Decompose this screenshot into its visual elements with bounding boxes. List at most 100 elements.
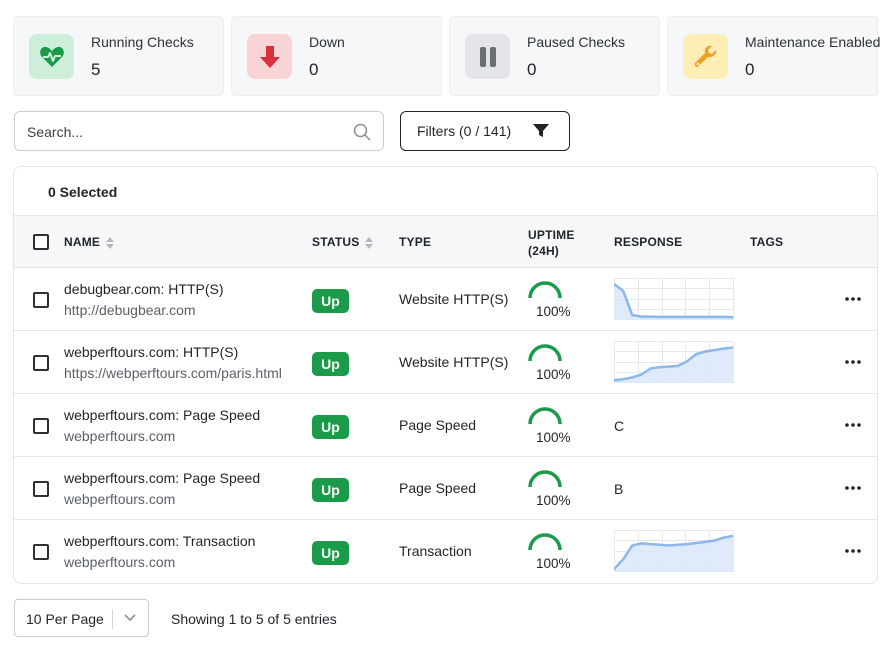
per-page-select[interactable]: 10 Per Page	[14, 599, 149, 637]
more-options-dot	[845, 360, 849, 364]
uptime-gauge-arc	[528, 281, 562, 299]
selection-bar: 0 Selected	[14, 167, 877, 215]
column-header-status[interactable]: STATUS	[312, 235, 374, 250]
more-options-icon[interactable]	[844, 290, 862, 308]
check-name[interactable]: debugbear.com: HTTP(S)	[64, 281, 224, 297]
wrench-icon	[683, 34, 728, 79]
more-options-icon[interactable]	[844, 353, 862, 371]
filters-button[interactable]: Filters (0 / 141)	[400, 111, 570, 151]
check-name[interactable]: webperftours.com: HTTP(S)	[64, 344, 238, 360]
table-row[interactable]: webperftours.com: HTTP(S) https://webperf…	[14, 331, 877, 394]
stat-card-down[interactable]: Down 0	[231, 16, 442, 96]
more-options-icon[interactable]	[844, 479, 862, 497]
row-checkbox[interactable]	[33, 418, 49, 434]
more-options-dot	[851, 360, 855, 364]
table-row[interactable]: webperftours.com: Page Speed webperftours…	[14, 457, 877, 520]
uptime-value: 100%	[536, 556, 571, 571]
uptime-gauge-arc	[528, 470, 562, 488]
more-options-dot	[845, 297, 849, 301]
heart-pulse-icon	[29, 34, 74, 79]
select-all-checkbox[interactable]	[33, 234, 49, 250]
filter-icon	[533, 124, 549, 137]
uptime-value: 100%	[536, 493, 571, 508]
check-url: https://webperftours.com/paris.html	[64, 365, 282, 381]
row-checkbox[interactable]	[33, 355, 49, 371]
stat-value: 5	[91, 60, 101, 79]
response-sparkline	[614, 278, 734, 320]
selected-count: 0 Selected	[48, 184, 118, 200]
more-options-dot	[857, 486, 861, 490]
row-checkbox[interactable]	[33, 292, 49, 308]
more-options-dot	[845, 549, 849, 553]
status-badge: Up	[312, 352, 349, 376]
uptime-gauge-arc	[528, 407, 562, 425]
check-name[interactable]: webperftours.com: Page Speed	[64, 470, 260, 486]
check-name[interactable]: webperftours.com: Page Speed	[64, 407, 260, 423]
stat-card-running[interactable]: Running Checks 5	[13, 16, 224, 96]
table-row[interactable]: webperftours.com: Transaction webperftour…	[14, 520, 877, 583]
search-box	[14, 111, 384, 151]
check-url: webperftours.com	[64, 491, 176, 507]
more-options-dot	[857, 549, 861, 553]
stat-value: 0	[527, 60, 537, 79]
filters-label: Filters (0 / 141)	[417, 123, 512, 139]
more-options-dot	[845, 486, 849, 490]
response-grade: C	[614, 418, 625, 434]
check-type: Transaction	[399, 543, 472, 559]
uptime-gauge	[528, 281, 562, 299]
status-badge: Up	[312, 415, 349, 439]
chevron-down-icon[interactable]	[123, 613, 137, 623]
table-header: NAME STATUS TYPE UPTIME (24H) RESPONSE T…	[14, 215, 877, 268]
uptime-gauge	[528, 407, 562, 425]
more-options-dot	[857, 297, 861, 301]
check-name[interactable]: webperftours.com: Transaction	[64, 533, 255, 549]
uptime-value: 100%	[536, 430, 571, 445]
stat-value: 0	[309, 60, 319, 79]
row-checkbox[interactable]	[33, 544, 49, 560]
stat-label: Down	[309, 34, 345, 50]
uptime-value: 100%	[536, 304, 571, 319]
more-options-icon[interactable]	[844, 542, 862, 560]
pagination-info: Showing 1 to 5 of 5 entries	[171, 611, 337, 627]
check-url: http://debugbear.com	[64, 302, 196, 318]
pause-icon	[465, 34, 510, 79]
column-name-label: NAME	[64, 235, 101, 249]
stats-bar: Running Checks 5 Down 0 Paused Checks 0 …	[13, 16, 880, 96]
stat-label: Paused Checks	[527, 34, 626, 50]
search-icon[interactable]	[353, 123, 371, 141]
table-row[interactable]: webperftours.com: Page Speed webperftours…	[14, 394, 877, 457]
stat-card-paused[interactable]: Paused Checks 0	[449, 16, 660, 96]
response-sparkline	[614, 341, 734, 383]
column-uptime-label: UPTIME	[528, 228, 575, 242]
check-type: Page Speed	[399, 417, 477, 433]
uptime-value: 100%	[536, 367, 571, 382]
column-header-name[interactable]: NAME	[64, 235, 115, 250]
more-options-dot	[851, 549, 855, 553]
uptime-gauge	[528, 533, 562, 551]
uptime-gauge-arc	[528, 344, 562, 362]
check-type: Website HTTP(S)	[399, 354, 509, 370]
column-header-response: RESPONSE	[614, 235, 683, 249]
more-options-dot	[851, 423, 855, 427]
more-options-dot	[857, 360, 861, 364]
table-row[interactable]: debugbear.com: HTTP(S) http://debugbear.c…	[14, 268, 877, 331]
more-options-dot	[857, 423, 861, 427]
more-options-dot	[845, 423, 849, 427]
search-input[interactable]	[27, 122, 347, 142]
column-header-type: TYPE	[399, 235, 432, 249]
more-options-dot	[851, 486, 855, 490]
uptime-gauge	[528, 470, 562, 488]
uptime-gauge	[528, 344, 562, 362]
table-body: debugbear.com: HTTP(S) http://debugbear.c…	[14, 268, 877, 583]
sort-icon	[106, 236, 115, 249]
per-page-value: 10 Per Page	[26, 611, 104, 627]
row-checkbox[interactable]	[33, 481, 49, 497]
more-options-icon[interactable]	[844, 416, 862, 434]
stat-value: 0	[745, 60, 755, 79]
select-divider	[112, 609, 113, 629]
check-type: Website HTTP(S)	[399, 291, 509, 307]
stat-card-maintenance[interactable]: Maintenance Enabled 0	[667, 16, 880, 96]
response-sparkline	[614, 530, 734, 572]
more-options-dot	[851, 297, 855, 301]
column-uptime-sublabel: (24H)	[528, 244, 560, 258]
